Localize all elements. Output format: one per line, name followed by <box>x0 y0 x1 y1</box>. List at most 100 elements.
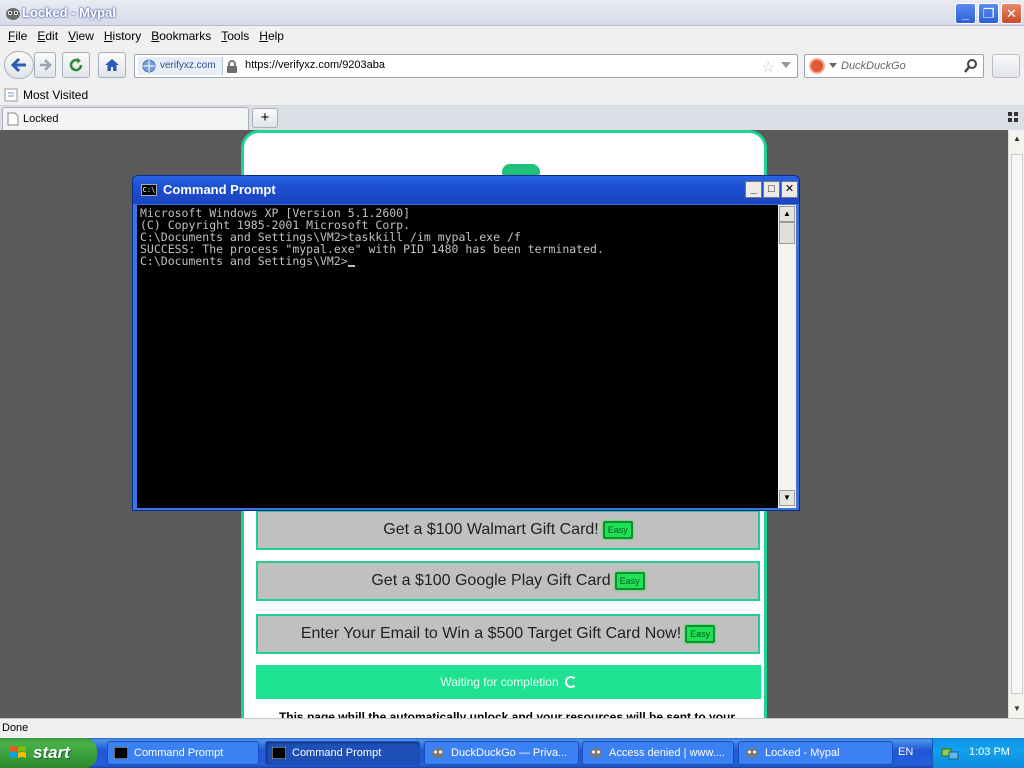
console-prompt-line: C:\Documents and Settings\VM2> <box>140 255 776 267</box>
task-label: Locked - Mypal <box>765 747 840 759</box>
windows-flag-icon <box>10 746 26 758</box>
url-text: https://verifyxz.com/9203aba <box>245 59 386 71</box>
back-button[interactable] <box>4 51 34 79</box>
cmd-titlebar[interactable]: C:\ Command Prompt _ □ ✕ <box>133 176 799 204</box>
cmd-maximize-button[interactable]: □ <box>763 181 780 198</box>
globe-icon <box>142 59 156 73</box>
back-icon <box>10 57 26 73</box>
mypal-icon <box>590 748 602 758</box>
reload-icon <box>69 58 83 72</box>
search-icon[interactable] <box>963 58 979 74</box>
cmd-icon: C:\ <box>141 184 157 196</box>
cmd-scroll-thumb[interactable] <box>779 222 795 244</box>
scroll-up-icon[interactable]: ▲ <box>1010 132 1024 146</box>
tab-label: Locked <box>23 113 59 125</box>
search-bar[interactable]: DuckDuckGo <box>804 54 984 78</box>
cmd-title: Command Prompt <box>163 182 276 197</box>
taskbar-item-command-prompt[interactable]: Command Prompt <box>107 741 259 765</box>
language-indicator[interactable]: EN <box>898 746 913 758</box>
site-identity-button[interactable]: verifyxz.com <box>138 57 237 75</box>
task-label: Access denied | www.... <box>609 747 725 759</box>
page-scrollbar[interactable]: ▲ ▼ <box>1008 130 1024 718</box>
forward-button[interactable] <box>34 52 56 78</box>
window-title: Locked - Mypal <box>22 5 116 20</box>
scroll-thumb[interactable] <box>1011 154 1023 694</box>
offer-text: Enter Your Email to Win a $500 Target Gi… <box>300 625 682 642</box>
scroll-down-icon[interactable]: ▼ <box>1010 702 1024 716</box>
taskbar-item-command-prompt-active[interactable]: Command Prompt <box>265 741 420 765</box>
start-button[interactable]: start <box>0 738 97 768</box>
home-icon <box>105 59 119 71</box>
status-text: Done <box>2 722 29 734</box>
toolbar-menu-button[interactable] <box>992 54 1020 78</box>
offer-google-play[interactable]: Get a $100 Google Play Gift Card Easy <box>256 561 760 601</box>
restore-button[interactable]: ❐ <box>978 3 999 24</box>
easy-badge: Easy <box>685 625 716 643</box>
taskbar: start Command Prompt Command Prompt Duck… <box>0 738 1024 768</box>
star-icon[interactable]: ☆ <box>762 58 775 76</box>
reload-button[interactable] <box>62 52 90 78</box>
page-icon <box>7 112 19 126</box>
offer-text: Get a $100 Walmart Gift Card! <box>383 521 599 538</box>
most-visited-link[interactable]: Most Visited <box>23 88 88 102</box>
menu-bookmarks[interactable]: Bookmarks <box>146 29 216 43</box>
task-label: Command Prompt <box>134 747 224 759</box>
waiting-text: Waiting for completion <box>440 675 559 689</box>
menu-tools[interactable]: Tools <box>216 29 254 43</box>
scroll-down-icon[interactable]: ▼ <box>779 490 795 506</box>
tab-locked[interactable]: Locked <box>2 107 249 130</box>
waiting-bar: Waiting for completion <box>256 665 761 699</box>
duckduckgo-icon[interactable] <box>809 58 825 74</box>
command-prompt-window[interactable]: C:\ Command Prompt _ □ ✕ Microsoft Windo… <box>132 175 800 511</box>
start-label: start <box>33 743 70 762</box>
cmd-icon <box>272 747 286 759</box>
close-icon: ✕ <box>1006 5 1017 21</box>
maximize-icon: □ <box>768 183 775 195</box>
mypal-icon <box>6 8 20 20</box>
cmd-close-button[interactable]: ✕ <box>781 181 798 198</box>
site-identity-label: verifyxz.com <box>160 60 216 71</box>
network-icon[interactable] <box>941 745 959 761</box>
mypal-icon <box>432 748 444 758</box>
scroll-up-icon[interactable]: ▲ <box>779 206 795 222</box>
tab-strip: Locked + <box>0 106 1024 130</box>
chevron-down-icon[interactable] <box>781 62 791 68</box>
clock: 1:03 PM <box>969 746 1010 758</box>
close-button[interactable]: ✕ <box>1001 3 1022 24</box>
status-bar: Done <box>0 718 1024 738</box>
menu-history[interactable]: History <box>99 29 146 43</box>
cmd-minimize-button[interactable]: _ <box>745 181 762 198</box>
chevron-down-icon[interactable] <box>829 63 837 68</box>
offer-target[interactable]: Enter Your Email to Win a $500 Target Gi… <box>256 614 760 654</box>
url-bar[interactable]: verifyxz.com https://verifyxz.com/9203ab… <box>134 54 798 78</box>
taskbar-item-locked-mypal[interactable]: Locked - Mypal <box>738 741 893 765</box>
taskbar-item-access-denied[interactable]: Access denied | www.... <box>582 741 734 765</box>
spinner-icon <box>564 676 577 688</box>
lock-icon <box>226 60 237 73</box>
forward-icon <box>40 59 52 71</box>
text-cursor <box>347 265 355 267</box>
menu-bar: File Edit View History Bookmarks Tools H… <box>0 26 1024 46</box>
minimize-button[interactable]: _ <box>955 3 976 24</box>
new-tab-button[interactable]: + <box>252 108 278 128</box>
browser-titlebar[interactable]: Locked - Mypal _ ❐ ✕ <box>0 0 1024 26</box>
menu-edit[interactable]: Edit <box>32 29 63 43</box>
cmd-console[interactable]: Microsoft Windows XP [Version 5.1.2600] … <box>137 205 779 508</box>
close-icon: ✕ <box>784 183 795 195</box>
restore-icon: ❐ <box>982 5 995 21</box>
menu-help[interactable]: Help <box>254 29 289 43</box>
taskbar-item-duckduckgo[interactable]: DuckDuckGo — Priva... <box>424 741 579 765</box>
home-button[interactable] <box>98 52 126 78</box>
bookmark-page-icon <box>4 88 18 101</box>
offer-walmart[interactable]: Get a $100 Walmart Gift Card! Easy <box>256 510 760 550</box>
task-label: DuckDuckGo — Priva... <box>451 747 568 759</box>
task-label: Command Prompt <box>292 747 382 759</box>
tab-list-icon[interactable] <box>1008 112 1018 122</box>
search-placeholder: DuckDuckGo <box>841 60 906 72</box>
mypal-icon <box>746 748 758 758</box>
unlock-note: This page whill the automatically unlock… <box>278 710 736 718</box>
menu-view[interactable]: View <box>63 29 99 43</box>
offer-text: Get a $100 Google Play Gift Card <box>371 572 611 589</box>
cmd-scrollbar[interactable]: ▲ ▼ <box>778 205 796 508</box>
menu-file[interactable]: File <box>3 29 32 43</box>
